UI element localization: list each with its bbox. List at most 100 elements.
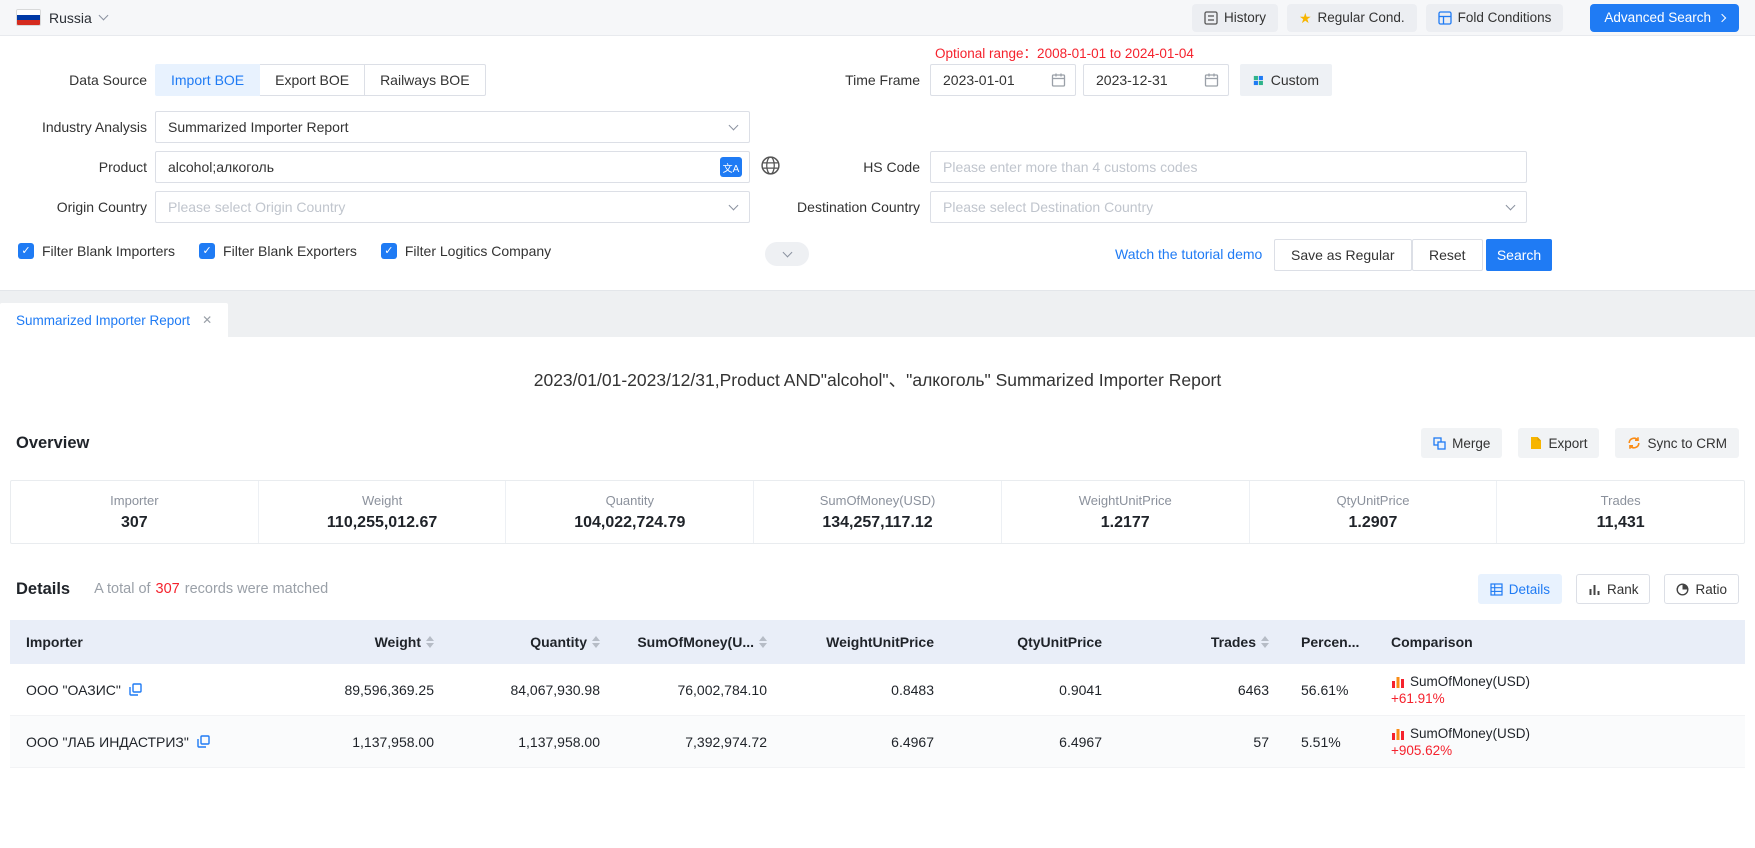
hs-code-field[interactable] [930,151,1527,183]
regular-cond-button[interactable]: ★ Regular Cond. [1287,4,1417,32]
sync-to-crm-label: Sync to CRM [1647,436,1727,451]
rank-bars-icon [1588,583,1601,596]
fold-conditions-button[interactable]: Fold Conditions [1426,4,1564,32]
chevron-down-icon [729,200,739,210]
hs-code-label: HS Code [770,151,920,183]
sync-to-crm-button[interactable]: Sync to CRM [1615,428,1739,458]
details-grid-icon [1490,583,1503,596]
sync-icon [1627,436,1641,450]
details-section-head: Details A total of307records were matche… [16,574,1739,604]
data-source-tabs: Import BOE Export BOE Railways BOE [155,64,486,96]
country-name: Russia [49,10,92,26]
sort-icon[interactable] [426,636,434,648]
tutorial-demo-link[interactable]: Watch the tutorial demo [1115,246,1262,262]
copy-icon[interactable] [197,735,210,748]
importer-cell: ООО "ОАЗИС" [10,682,283,698]
importer-name: ООО "ОАЗИС" [26,682,121,698]
view-details-button[interactable]: Details [1478,574,1562,604]
origin-country-label: Origin Country [0,191,147,223]
stat-quantity: Quantity 104,022,724.79 [505,481,753,543]
collapse-form-button[interactable] [765,242,809,266]
advanced-search-label: Advanced Search [1604,10,1711,25]
export-icon [1530,436,1542,450]
product-input[interactable] [156,152,749,182]
weight-cell: 89,596,369.25 [283,682,450,698]
industry-analysis-select[interactable]: Summarized Importer Report [155,111,750,143]
tab-summarized-importer-report[interactable]: Summarized Importer Report ✕ [0,303,228,337]
industry-analysis-value: Summarized Importer Report [168,119,349,135]
stat-label: Trades [1601,493,1641,508]
fold-conditions-label: Fold Conditions [1458,10,1552,25]
chevron-down-icon [782,247,792,257]
chart-icon[interactable] [1391,675,1405,688]
tab-export-boe[interactable]: Export BOE [259,64,365,96]
sort-icon[interactable] [759,636,767,648]
filter-blank-exporters-checkbox[interactable]: ✓ Filter Blank Exporters [199,243,357,259]
product-field[interactable]: 文A [155,151,750,183]
weight-cell: 1,137,958.00 [283,734,450,750]
trades-cell: 6463 [1118,682,1285,698]
stat-label: QtyUnitPrice [1336,493,1409,508]
view-rank-button[interactable]: Rank [1576,574,1651,604]
view-ratio-button[interactable]: Ratio [1664,574,1739,604]
stat-importer: Importer 307 [11,481,258,543]
weight-unit-price-cell: 0.8483 [783,682,950,698]
header-weight[interactable]: Weight [283,634,450,650]
details-table: Importer Weight Quantity SumOfMoney(U...… [10,620,1745,768]
export-button[interactable]: Export [1518,428,1599,458]
tab-import-boe[interactable]: Import BOE [155,64,260,96]
stat-label: SumOfMoney(USD) [820,493,936,508]
origin-country-select[interactable]: Please select Origin Country [155,191,750,223]
tab-railways-boe[interactable]: Railways BOE [364,64,485,96]
header-quantity[interactable]: Quantity [450,634,616,650]
fold-conditions-icon [1438,11,1452,25]
stat-value: 134,257,117.12 [822,514,932,532]
search-button[interactable]: Search [1486,239,1552,271]
stat-label: Importer [110,493,158,508]
qty-unit-price-cell: 0.9041 [950,682,1118,698]
stat-value: 1.2177 [1101,514,1150,532]
close-icon[interactable]: ✕ [202,313,212,327]
quantity-cell: 84,067,930.98 [450,682,616,698]
country-selector[interactable]: Russia [16,9,107,26]
filter-blank-importers-checkbox[interactable]: ✓ Filter Blank Importers [18,243,175,259]
stat-value: 110,255,012.67 [327,514,437,532]
header-qty-unit-price: QtyUnitPrice [950,634,1118,650]
chart-icon[interactable] [1391,727,1405,740]
product-label: Product [0,151,147,183]
translate-icon[interactable]: 文A [720,157,742,177]
filter-logitics-company-checkbox[interactable]: ✓ Filter Logitics Company [381,243,551,259]
history-button[interactable]: History [1192,4,1278,32]
view-details-label: Details [1509,582,1550,597]
custom-range-button[interactable]: Custom [1240,64,1332,96]
hs-code-input[interactable] [931,152,1526,182]
reset-button[interactable]: Reset [1412,239,1483,271]
report-title: 2023/01/01-2023/12/31,Product AND"alcoho… [0,367,1755,392]
calendar-icon [1204,73,1219,88]
overview-heading: Overview [16,434,89,453]
date-from-field[interactable] [930,64,1076,96]
quantity-cell: 1,137,958.00 [450,734,616,750]
matched-count: 307 [156,581,180,597]
header-trades[interactable]: Trades [1118,634,1285,650]
history-label: History [1224,10,1266,25]
matched-prefix: A total of [94,581,150,597]
percent-cell: 56.61% [1285,682,1375,698]
destination-country-select[interactable]: Please select Destination Country [930,191,1527,223]
custom-label: Custom [1271,72,1319,88]
date-to-field[interactable] [1083,64,1229,96]
sort-icon[interactable] [592,636,600,648]
save-as-regular-button[interactable]: Save as Regular [1274,239,1412,271]
filter-checkboxes: ✓ Filter Blank Importers ✓ Filter Blank … [18,243,551,259]
comparison-metric: SumOfMoney(USD) [1410,726,1530,741]
header-sum-of-money[interactable]: SumOfMoney(U... [616,634,783,650]
advanced-search-button[interactable]: Advanced Search [1590,4,1739,32]
sort-icon[interactable] [1261,636,1269,648]
merge-label: Merge [1452,436,1490,451]
comparison-change: +905.62% [1391,743,1452,758]
merge-button[interactable]: Merge [1421,428,1502,458]
details-heading: Details [16,580,70,599]
tab-title: Summarized Importer Report [16,313,190,328]
copy-icon[interactable] [129,683,142,696]
report-tabstrip: Summarized Importer Report ✕ [0,290,1755,337]
